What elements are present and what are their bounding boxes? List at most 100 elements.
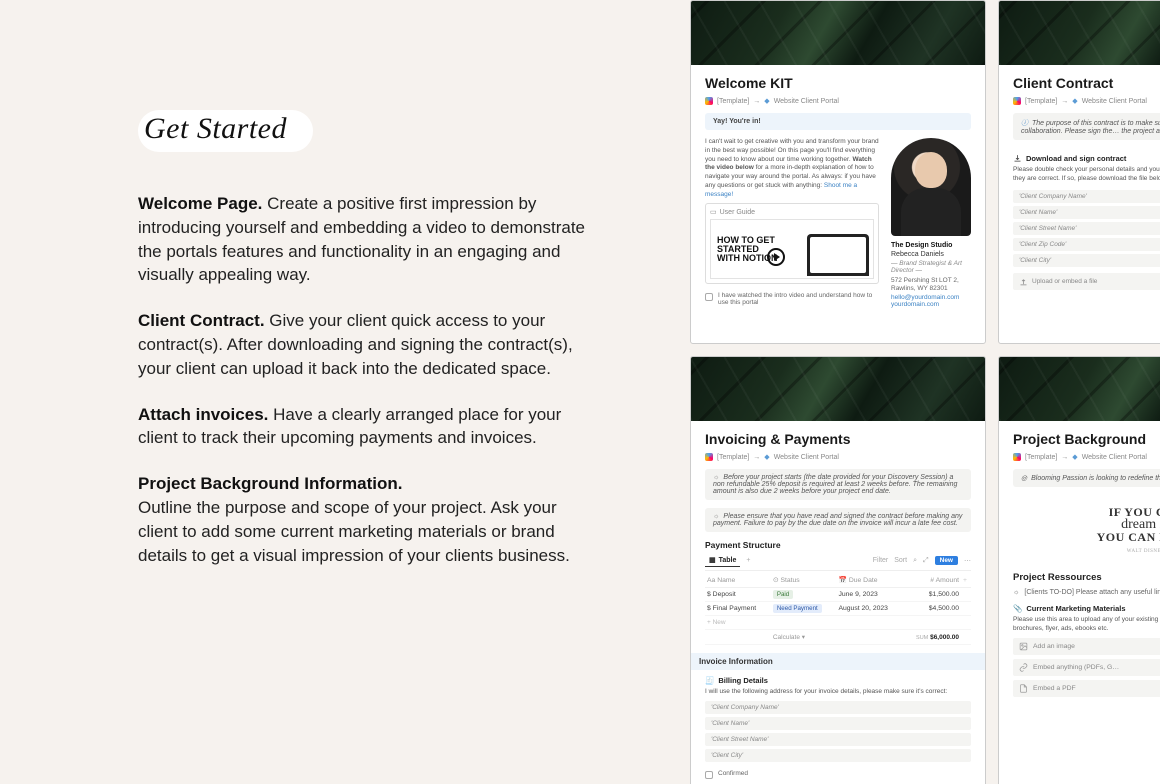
email-link[interactable]: hello@yourdomain.com: [891, 294, 971, 301]
filter-button[interactable]: Filter: [873, 557, 889, 564]
materials-heading: 📎Current Marketing Materials: [1013, 604, 1160, 613]
diamond-icon: ◆: [764, 97, 769, 105]
breadcrumb[interactable]: [Template] → ◆ Website Client Portal: [705, 97, 971, 105]
embed-pdf-button[interactable]: Embed a PDF: [1013, 680, 1160, 697]
card-client-contract: Client Contract [Template]→ ◆ Website Cl…: [998, 0, 1160, 344]
cover-banner: [691, 357, 985, 421]
breadcrumb[interactable]: [Template]→ ◆ Website Client Portal: [705, 453, 971, 461]
watched-checkbox-row[interactable]: I have watched the intro video and under…: [705, 292, 879, 306]
status-badge: Need Payment: [773, 604, 822, 613]
breadcrumb[interactable]: [Template]→ ◆ Website Client Portal: [1013, 453, 1160, 461]
body-text: Welcome Page. Create a positive first im…: [138, 192, 640, 567]
more-icon[interactable]: ⋯: [964, 557, 971, 565]
card-welcome-kit: Welcome KIT [Template] → ◆ Website Clien…: [690, 0, 986, 344]
doc-icon: 🧾: [705, 676, 714, 685]
upload-file[interactable]: Upload or embed a file: [1013, 273, 1160, 290]
calculate-menu[interactable]: Calculate ▾: [771, 630, 837, 645]
new-button[interactable]: New: [935, 556, 958, 565]
bulb-icon: ☼: [1013, 589, 1019, 596]
diamond-icon: ◆: [1072, 97, 1077, 105]
para-background: Project Background Information. Outline …: [138, 472, 598, 567]
card-project-background: Project Background [Template]→ ◆ Website…: [998, 356, 1160, 784]
embed-anything-button[interactable]: Embed anything (PDFs, G…: [1013, 659, 1160, 676]
confirmed-checkbox[interactable]: Confirmed: [705, 770, 971, 779]
copy-column: Get Started Welcome Page. Create a posit…: [0, 0, 690, 784]
add-image-button[interactable]: Add an image: [1013, 638, 1160, 655]
workspace-icon: [1013, 453, 1021, 461]
para-contract: Client Contract. Give your client quick …: [138, 309, 598, 380]
para-invoices: Attach invoices. Have a clearly arranged…: [138, 403, 598, 451]
play-icon: [767, 248, 785, 266]
paperclip-icon: 📎: [1013, 604, 1022, 613]
contract-note: ☼Please ensure that you have read and si…: [705, 508, 971, 532]
invoice-info-heading: Invoice Information: [691, 653, 985, 670]
resources-heading: Project Ressources: [1013, 572, 1160, 583]
diamond-icon: ◆: [1072, 453, 1077, 461]
embed-icon: [1019, 663, 1028, 672]
payment-structure-heading: Payment Structure: [705, 540, 971, 550]
field-city[interactable]: 'Client City': [1013, 254, 1160, 267]
cover-banner: [999, 1, 1160, 65]
heading: Get Started: [144, 112, 287, 145]
video-embed[interactable]: ▭User Guide HOW TO GETSTARTEDWITH NOTION: [705, 203, 879, 284]
billing-field[interactable]: 'Client Name': [705, 717, 971, 730]
status-badge: Paid: [773, 590, 793, 599]
workspace-icon: [1013, 97, 1021, 105]
sort-button[interactable]: Sort: [894, 557, 907, 564]
deposit-note: ☼Before your project starts (the date pr…: [705, 469, 971, 500]
tab-table[interactable]: ▦Table: [705, 554, 740, 567]
image-icon: [1019, 642, 1028, 651]
diamond-icon: ◆: [764, 453, 769, 461]
todo-callout: ☼[Clients TO-DO] Please attach any usefu…: [1013, 589, 1160, 596]
checkbox-icon[interactable]: [705, 771, 713, 779]
field-name[interactable]: 'Client Name': [1013, 206, 1160, 219]
add-view-button[interactable]: +: [746, 557, 750, 564]
bio-block: The Design Studio Rebecca Daniels — Bran…: [891, 242, 971, 308]
page-title: Welcome KIT: [705, 75, 971, 91]
table-row[interactable]: $ Final Payment Need Payment August 20, …: [705, 602, 971, 616]
download-instructions: Please double check your personal detail…: [1013, 166, 1160, 184]
purpose-callout: ⓘThe purpose of this contract is to make…: [1013, 113, 1160, 140]
pdf-icon: [1019, 684, 1028, 693]
db-tabs: ▦Table + Filter Sort ⌕ ⤢ New ⋯: [705, 554, 971, 571]
table-row[interactable]: $ Deposit Paid June 9, 2023 $1,500.00: [705, 588, 971, 602]
billing-field[interactable]: 'Client Street Name': [705, 733, 971, 746]
target-icon: ◎: [1021, 475, 1027, 482]
card-invoicing: Invoicing & Payments [Template]→ ◆ Websi…: [690, 356, 986, 784]
materials-note: Please use this area to upload any of yo…: [1013, 616, 1160, 634]
checkbox-icon[interactable]: [705, 293, 713, 301]
billing-note: I will use the following address for you…: [705, 688, 971, 697]
workspace-icon: [705, 453, 713, 461]
field-zip[interactable]: 'Client Zip Code': [1013, 238, 1160, 251]
cover-banner: [999, 357, 1160, 421]
table-icon: ▦: [709, 556, 716, 564]
field-company[interactable]: 'Client Company Name': [1013, 190, 1160, 203]
billing-field[interactable]: 'Client Company Name': [705, 701, 971, 714]
callout-yay: Yay! You're in!: [705, 113, 971, 130]
preview-grid: Welcome KIT [Template] → ◆ Website Clien…: [690, 0, 1160, 784]
cover-banner: [691, 1, 985, 65]
bulb-icon: ☼: [713, 513, 719, 520]
new-row-button[interactable]: + New: [705, 616, 771, 630]
download-heading: Download and sign contract: [1013, 154, 1160, 163]
bulb-icon: ☼: [713, 474, 719, 481]
expand-icon[interactable]: ⤢: [923, 557, 929, 565]
breadcrumb[interactable]: [Template]→ ◆ Website Client Portal: [1013, 97, 1160, 105]
avatar: [891, 138, 971, 236]
page-title: Invoicing & Payments: [705, 431, 971, 447]
download-icon: [1013, 154, 1022, 163]
billing-heading: 🧾Billing Details: [705, 676, 971, 685]
page-title: Project Background: [1013, 431, 1160, 447]
intro-text: I can't wait to get creative with you an…: [705, 138, 879, 199]
search-icon[interactable]: ⌕: [913, 557, 917, 565]
heading-pill: Get Started: [138, 110, 313, 152]
site-link[interactable]: yourdomain.com: [891, 301, 971, 308]
laptop-graphic: [807, 234, 869, 276]
para-welcome: Welcome Page. Create a positive first im…: [138, 192, 598, 287]
billing-field[interactable]: 'Client City': [705, 749, 971, 762]
field-street[interactable]: 'Client Street Name': [1013, 222, 1160, 235]
workspace-icon: [705, 97, 713, 105]
upload-icon: [1019, 277, 1028, 286]
page-title: Client Contract: [1013, 75, 1160, 91]
lead-callout: ◎Blooming Passion is looking to redefine…: [1013, 469, 1160, 487]
